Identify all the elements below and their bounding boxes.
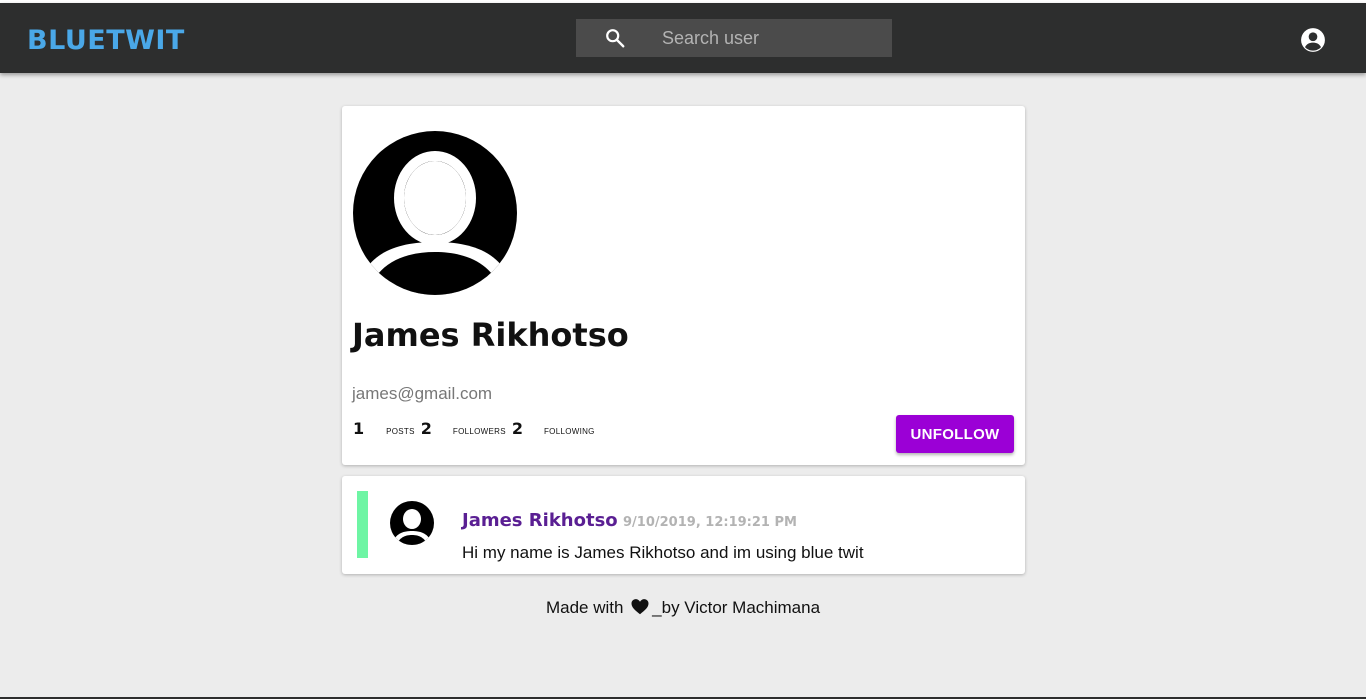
default-user-avatar-icon [353,131,517,295]
post-accent-bar [357,491,368,558]
post-card: James Rikhotso 9/10/2019, 12:19:21 PM Hi… [342,476,1025,574]
page-footer: Made with _by Victor Machimana [0,598,1366,618]
profile-card: James Rikhotso james@gmail.com 1 posts 2… [342,106,1025,465]
followers-count: 2 [420,419,432,438]
post-author-name[interactable]: James Rikhotso [462,510,618,531]
post-author-avatar-icon [390,501,434,545]
profile-name: James Rikhotso [352,316,629,354]
footer-prefix: Made with [545,598,624,617]
unfollow-button[interactable]: UNFOLLOW [896,415,1014,453]
post-text: Hi my name is James Rikhotso and im usin… [462,543,864,562]
following-count: 2 [511,419,523,438]
footer-suffix: _by Victor Machimana [652,598,821,617]
profile-stats: 1 posts 2 followers 2 following [353,419,595,439]
brand-logo[interactable]: BLUETWIT [27,25,185,56]
search-box[interactable] [576,19,892,57]
top-app-bar: BLUETWIT [0,3,1366,73]
posts-count: 1 [353,419,365,438]
search-input[interactable] [662,19,882,57]
post-timestamp: 9/10/2019, 12:19:21 PM [623,515,797,530]
followers-label: followers [452,425,506,437]
posts-label: posts [386,425,415,437]
account-circle-icon[interactable] [1300,27,1326,53]
search-icon [606,29,625,48]
heart-icon [631,599,649,615]
profile-email: james@gmail.com [352,384,493,403]
following-label: following [543,425,595,437]
